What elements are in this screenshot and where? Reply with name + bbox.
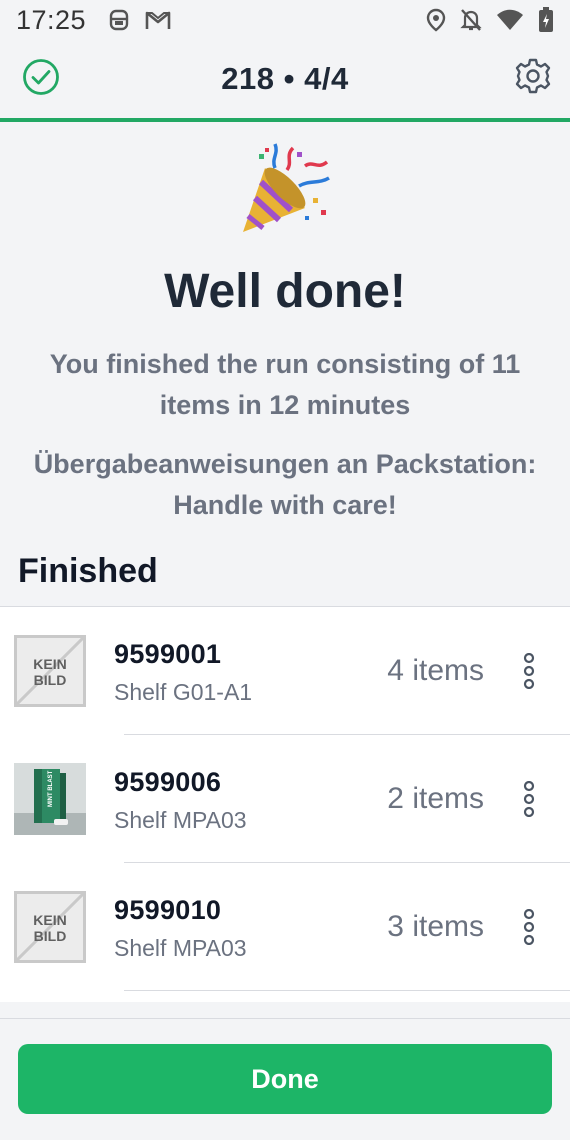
row-divider bbox=[124, 990, 570, 991]
list-item[interactable]: KEIN BILD 9599001 Shelf G01-A1 4 items bbox=[0, 607, 570, 735]
run-summary: You finished the run consisting of 11 it… bbox=[49, 349, 521, 420]
party-popper-icon bbox=[0, 140, 570, 240]
product-image: MINT BLAST bbox=[14, 763, 86, 835]
no-image-placeholder: KEIN BILD bbox=[14, 635, 86, 707]
item-location: Shelf MPA03 bbox=[114, 935, 247, 961]
item-sku: 9599001 bbox=[114, 639, 222, 669]
item-location: Shelf MPA03 bbox=[114, 807, 247, 833]
item-quantity: 3 items bbox=[387, 910, 484, 943]
location-icon bbox=[426, 8, 446, 32]
list-item[interactable]: KEIN BILD 9599010 Shelf MPA03 3 items bbox=[0, 863, 570, 991]
list-item[interactable]: MINT BLAST 9599006 Shelf MPA03 2 items bbox=[0, 735, 570, 863]
item-quantity: 2 items bbox=[387, 782, 484, 815]
notifications-off-icon bbox=[460, 8, 482, 32]
finished-list: KEIN BILD 9599001 Shelf G01-A1 4 items M… bbox=[0, 606, 570, 1002]
item-sku: 9599006 bbox=[114, 767, 222, 797]
done-button[interactable]: Done bbox=[18, 1044, 552, 1114]
footer-divider bbox=[0, 1018, 570, 1019]
item-quantity: 4 items bbox=[387, 654, 484, 687]
no-image-label: KEIN BILD bbox=[33, 912, 67, 944]
finished-heading: Finished bbox=[18, 552, 158, 590]
status-time: 17:25 bbox=[16, 4, 87, 35]
handover-instructions: Übergabeanweisungen an Packstation: Hand… bbox=[33, 449, 537, 520]
more-vert-icon[interactable] bbox=[522, 780, 536, 818]
no-image-placeholder: KEIN BILD bbox=[14, 891, 86, 963]
more-vert-icon[interactable] bbox=[522, 652, 536, 690]
svg-text:MINT BLAST: MINT BLAST bbox=[48, 770, 54, 807]
header-progress-line bbox=[0, 118, 570, 122]
app-bar: 218 • 4/4 bbox=[0, 40, 570, 118]
completion-title: Well done! bbox=[164, 265, 406, 318]
item-sku: 9599010 bbox=[114, 895, 222, 925]
completion-hero: Well done! You finished the run consisti… bbox=[0, 140, 570, 520]
check-circle-icon[interactable] bbox=[22, 58, 60, 101]
gmail-icon bbox=[144, 9, 172, 31]
wifi-icon bbox=[496, 9, 524, 31]
item-location: Shelf G01-A1 bbox=[114, 679, 253, 705]
assistant-icon bbox=[108, 8, 130, 32]
gear-icon[interactable] bbox=[514, 57, 552, 100]
no-image-label: KEIN BILD bbox=[33, 656, 67, 688]
battery-charging-icon bbox=[538, 7, 554, 33]
run-title: 218 • 4/4 bbox=[221, 61, 349, 96]
more-vert-icon[interactable] bbox=[522, 908, 536, 946]
status-bar: 17:25 bbox=[0, 0, 570, 40]
